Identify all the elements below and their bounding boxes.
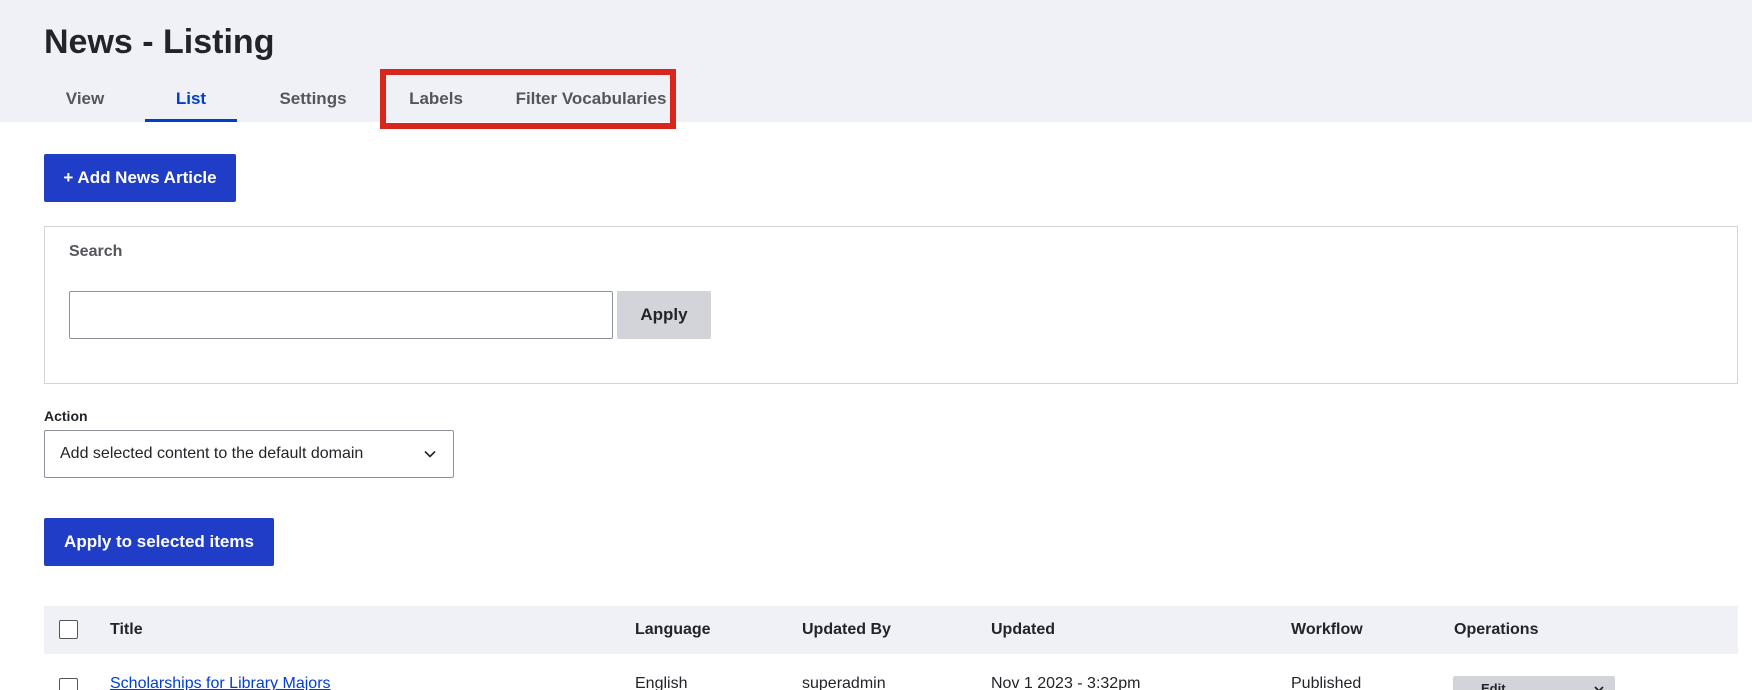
search-label: Search [69,243,123,260]
row-language: English [635,675,688,690]
action-label: Action [44,408,88,424]
chevron-down-icon [424,450,436,458]
table-header: Title Language Updated By Updated Workfl… [44,606,1738,654]
row-updated: Nov 1 2023 - 3:32pm [991,675,1141,690]
operations-dropdown[interactable]: Edit [1453,676,1615,690]
tab-filter-vocabularies[interactable]: Filter Vocabularies [508,76,674,122]
table-row: Scholarships for Library Majors English … [44,654,1738,690]
page-header: News - Listing View List Settings Labels… [0,0,1752,122]
add-news-article-button[interactable]: + Add News Article [44,154,236,202]
row-workflow: Published [1291,675,1362,690]
apply-to-selected-button[interactable]: Apply to selected items [44,518,274,566]
row-title-link[interactable]: Scholarships for Library Majors [110,674,331,690]
column-header-title[interactable]: Title [110,606,143,654]
select-all-checkbox[interactable] [59,620,78,639]
tab-settings[interactable]: Settings [255,76,371,122]
tab-list[interactable]: List [145,76,237,122]
tab-view[interactable]: View [44,76,126,122]
tab-labels[interactable]: Labels [396,76,476,122]
chevron-down-icon[interactable] [1593,683,1605,690]
search-input[interactable] [69,291,613,339]
action-select[interactable]: Add selected content to the default doma… [44,430,454,478]
column-header-workflow: Workflow [1291,621,1363,638]
search-panel: Search Apply [44,226,1738,384]
action-select-value: Add selected content to the default doma… [60,445,364,462]
edit-button-label[interactable]: Edit [1481,681,1506,690]
page-title: News - Listing [44,23,275,61]
column-header-updated-by: Updated By [802,621,891,638]
column-header-language: Language [635,621,711,638]
column-header-operations: Operations [1454,621,1539,638]
row-updated-by: superadmin [802,675,886,690]
search-apply-button[interactable]: Apply [617,291,711,339]
column-header-updated[interactable]: Updated [991,606,1055,654]
row-checkbox[interactable] [59,678,78,690]
